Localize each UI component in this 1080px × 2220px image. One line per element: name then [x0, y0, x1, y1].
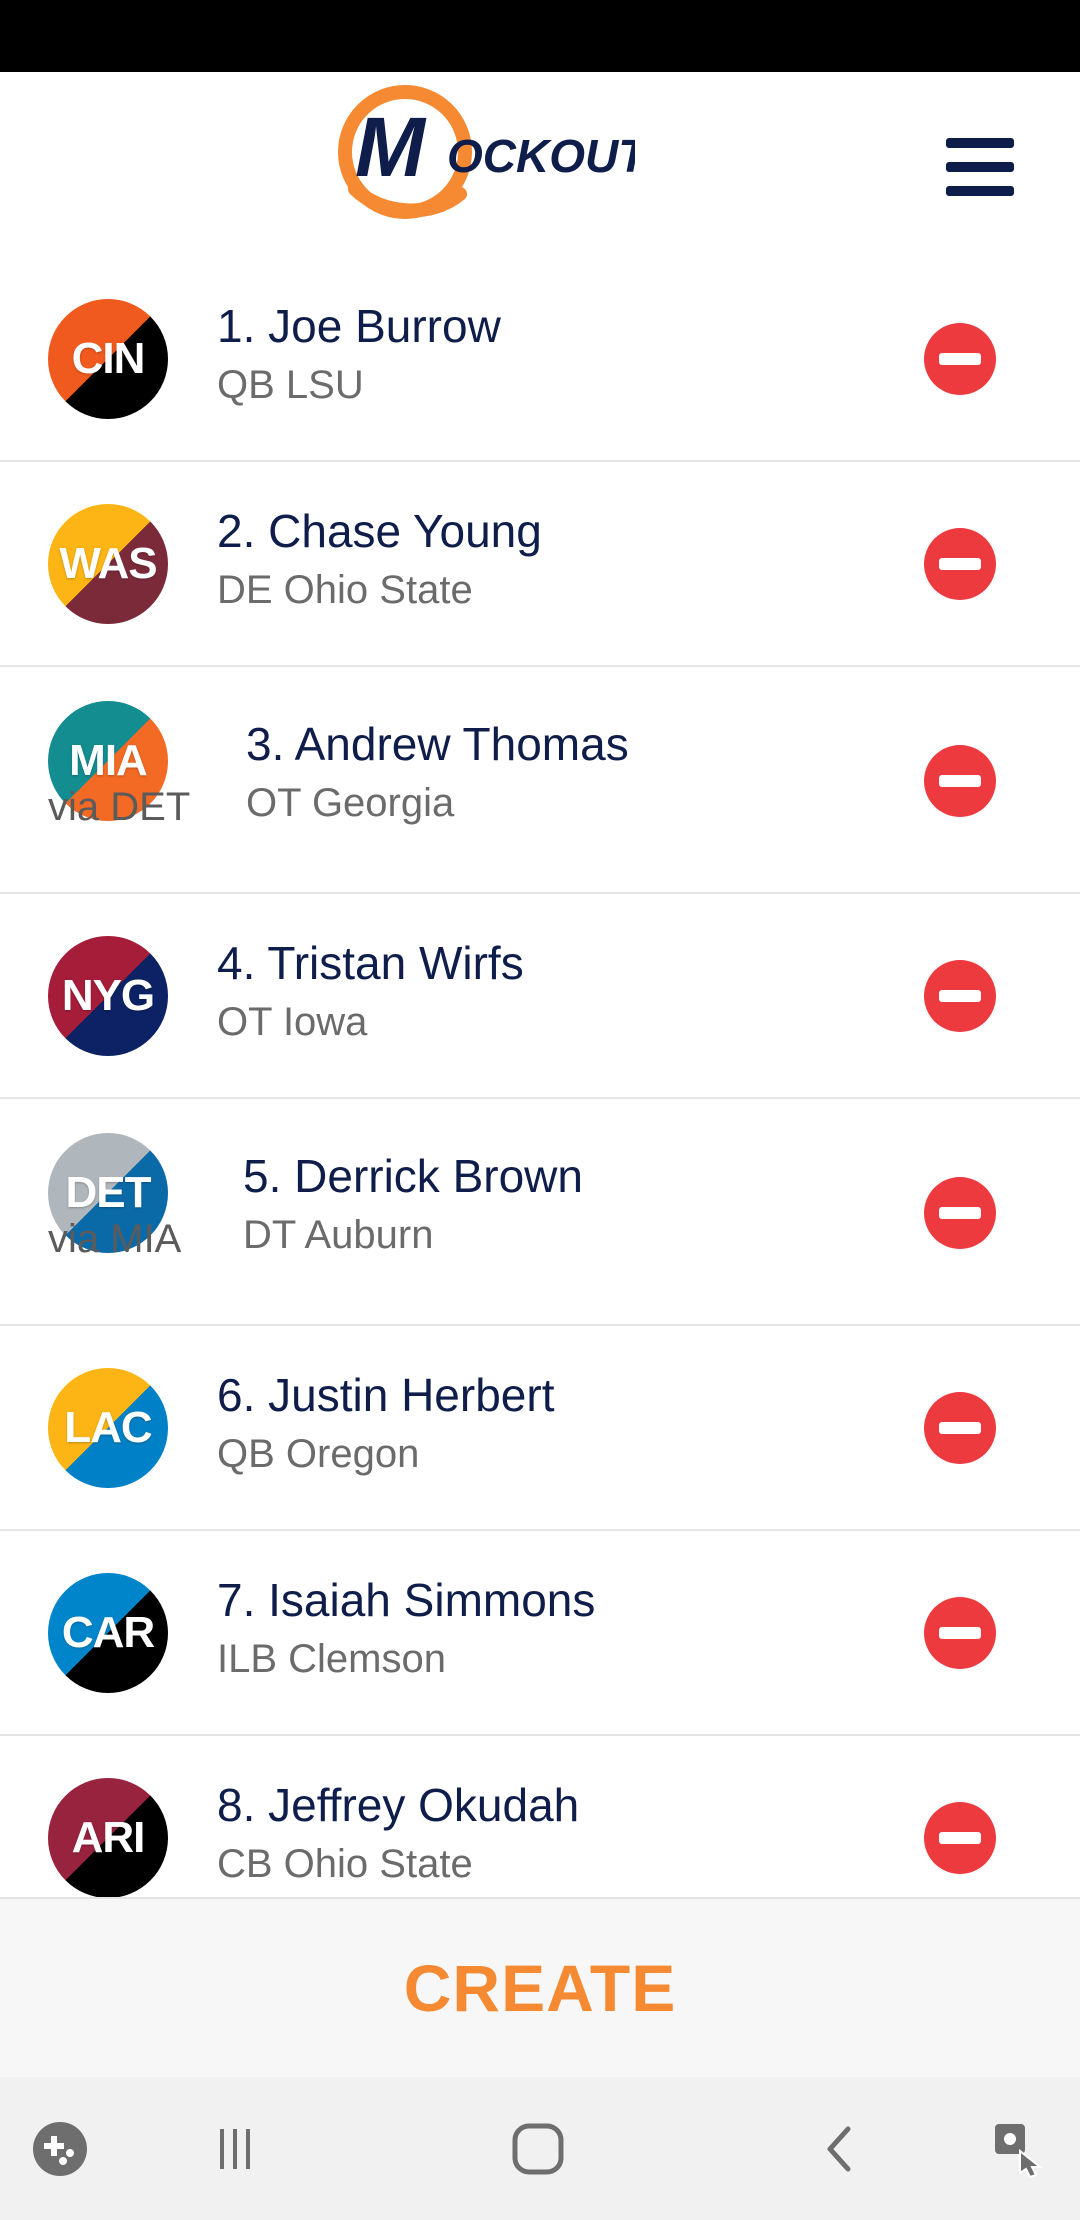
- player-position-school: OT Georgia: [246, 781, 455, 825]
- player-name: 2. Chase Young: [217, 505, 542, 557]
- game-launcher-icon[interactable]: [20, 2077, 100, 2220]
- player-position-school: ILB Clemson: [217, 1637, 446, 1681]
- remove-pick-button[interactable]: [924, 745, 996, 817]
- minus-icon: [939, 775, 981, 787]
- pick-row[interactable]: DET via MIA 5. Derrick Brown DT Auburn: [0, 1099, 1080, 1326]
- minus-icon: [939, 1207, 981, 1219]
- team-badge: NYG: [48, 936, 168, 1056]
- minus-icon: [939, 990, 981, 1002]
- team-badge: ARI: [48, 1778, 168, 1897]
- pick-row[interactable]: NYG 4. Tristan Wirfs OT Iowa: [0, 894, 1080, 1099]
- team-badge: CAR: [48, 1573, 168, 1693]
- status-bar: [0, 0, 1080, 72]
- player-name: 8. Jeffrey Okudah: [217, 1779, 580, 1831]
- player-name: 1. Joe Burrow: [217, 300, 501, 352]
- player-name: 7. Isaiah Simmons: [217, 1574, 596, 1626]
- draft-pick-list: CIN 1. Joe Burrow QB LSU WAS 2. Chase You…: [0, 257, 1080, 1897]
- minus-icon: [939, 558, 981, 570]
- remove-pick-button[interactable]: [924, 528, 996, 600]
- remove-pick-button[interactable]: [924, 960, 996, 1032]
- player-position-school: QB Oregon: [217, 1432, 420, 1476]
- player-position-school: QB LSU: [217, 363, 364, 407]
- player-position-school: OT Iowa: [217, 1000, 368, 1044]
- home-icon[interactable]: [498, 2077, 578, 2220]
- trade-via-label: via MIA: [48, 1217, 182, 1261]
- accessibility-icon[interactable]: [980, 2077, 1060, 2220]
- recent-apps-icon[interactable]: [195, 2077, 275, 2220]
- remove-pick-button[interactable]: [924, 1177, 996, 1249]
- back-icon[interactable]: [800, 2077, 880, 2220]
- pick-row[interactable]: CAR 7. Isaiah Simmons ILB Clemson: [0, 1531, 1080, 1736]
- player-position-school: DT Auburn: [243, 1213, 434, 1257]
- player-position-school: CB Ohio State: [217, 1842, 473, 1886]
- minus-icon: [939, 1422, 981, 1434]
- pick-row[interactable]: WAS 2. Chase Young DE Ohio State: [0, 462, 1080, 667]
- hamburger-menu-icon[interactable]: [940, 132, 1020, 202]
- minus-icon: [939, 1832, 981, 1844]
- remove-pick-button[interactable]: [924, 1597, 996, 1669]
- remove-pick-button[interactable]: [924, 1392, 996, 1464]
- player-name: 6. Justin Herbert: [217, 1369, 555, 1421]
- svg-text:OCKOUT: OCKOUT: [447, 130, 635, 182]
- remove-pick-button[interactable]: [924, 1802, 996, 1874]
- minus-icon: [939, 1627, 981, 1639]
- player-name: 5. Derrick Brown: [243, 1150, 583, 1202]
- player-name: 3. Andrew Thomas: [246, 718, 629, 770]
- create-button[interactable]: CREATE: [404, 1950, 676, 2026]
- pick-row[interactable]: ARI 8. Jeffrey Okudah CB Ohio State: [0, 1736, 1080, 1897]
- team-badge: WAS: [48, 504, 168, 624]
- player-position-school: DE Ohio State: [217, 568, 473, 612]
- pick-row[interactable]: LAC 6. Justin Herbert QB Oregon: [0, 1326, 1080, 1531]
- remove-pick-button[interactable]: [924, 323, 996, 395]
- player-name: 4. Tristan Wirfs: [217, 937, 524, 989]
- trade-via-label: via DET: [48, 785, 191, 829]
- create-bar: CREATE: [0, 1897, 1080, 2077]
- mockout-logo[interactable]: M OCKOUT: [335, 84, 650, 234]
- team-badge: CIN: [48, 299, 168, 419]
- pick-row[interactable]: MIA via DET 3. Andrew Thomas OT Georgia: [0, 667, 1080, 894]
- app-header: M OCKOUT: [0, 72, 1080, 262]
- minus-icon: [939, 353, 981, 365]
- svg-text:M: M: [355, 100, 427, 194]
- team-badge: LAC: [48, 1368, 168, 1488]
- system-nav-bar: [0, 2077, 1080, 2220]
- pick-row[interactable]: CIN 1. Joe Burrow QB LSU: [0, 257, 1080, 462]
